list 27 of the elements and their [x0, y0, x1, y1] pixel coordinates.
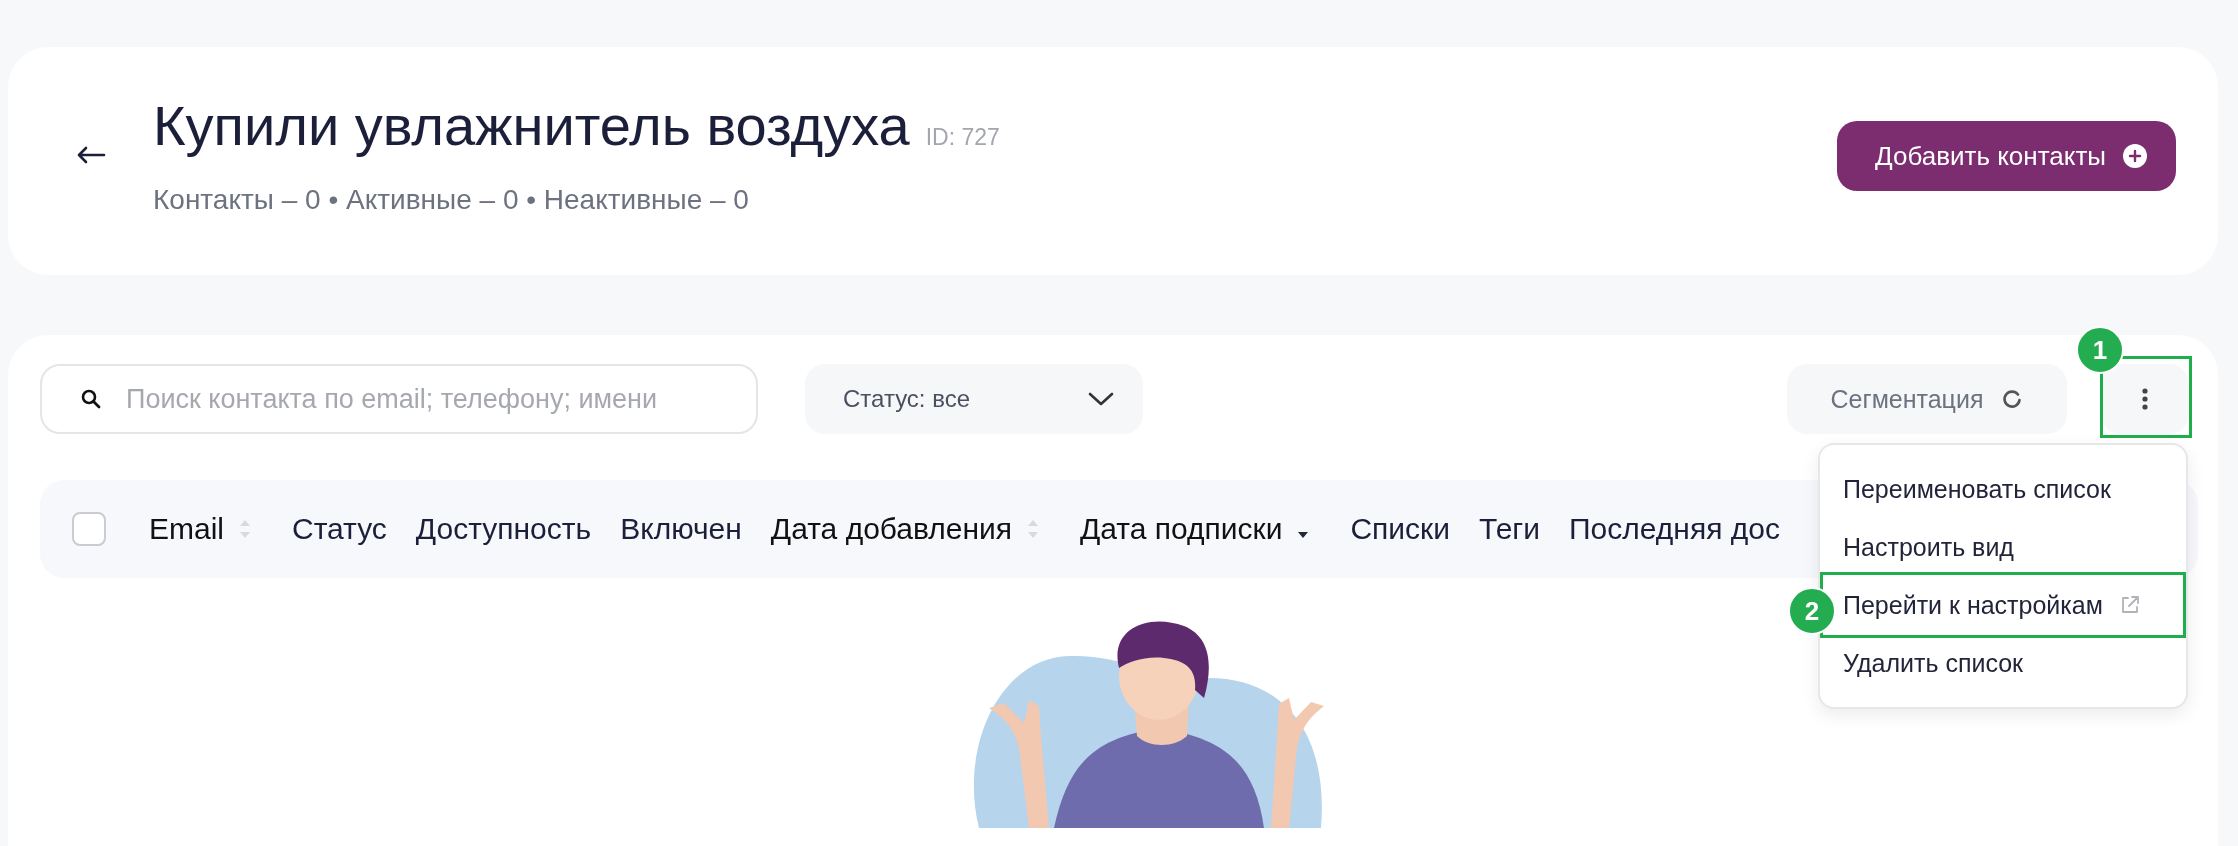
search-icon — [80, 388, 102, 410]
plus-circle-icon — [2122, 143, 2148, 169]
status-dropdown[interactable]: Статус: все — [805, 364, 1143, 434]
list-id: ID: 727 — [925, 123, 1000, 151]
back-arrow-icon[interactable] — [76, 145, 106, 165]
column-header: Доступность — [415, 512, 592, 546]
column-header[interactable]: Дата добавления — [770, 512, 1012, 546]
column-header: Теги — [1479, 512, 1541, 546]
kebab-icon — [2141, 387, 2149, 411]
column-header: Списки — [1350, 512, 1450, 546]
column-header[interactable]: Дата подписки — [1080, 512, 1283, 546]
segmentation-button[interactable]: Сегментация — [1787, 364, 2067, 434]
select-all-checkbox[interactable] — [72, 512, 106, 546]
refresh-icon — [2001, 388, 2024, 410]
column-header: Последняя дос — [1569, 512, 1780, 546]
search-field[interactable]: Поиск контакта по email; телефону; имени — [40, 364, 758, 434]
column-header[interactable]: Email — [149, 512, 224, 546]
column-header: Включен — [620, 512, 742, 546]
annotation-badge: 1 — [2076, 326, 2124, 374]
chevron-down-icon — [1087, 391, 1115, 407]
annotation-badge: 2 — [1788, 587, 1836, 635]
add-contacts-button[interactable]: Добавить контакты — [1837, 121, 2176, 191]
menu-item[interactable]: Переименовать список — [1820, 460, 2186, 518]
column-header: Статус — [292, 512, 387, 546]
list-title: Купили увлажнитель воздуха — [153, 92, 910, 158]
contact-stats: Контакты – 0 • Активные – 0 • Неактивные – 0 — [153, 183, 750, 216]
more-button[interactable] — [2102, 364, 2188, 434]
